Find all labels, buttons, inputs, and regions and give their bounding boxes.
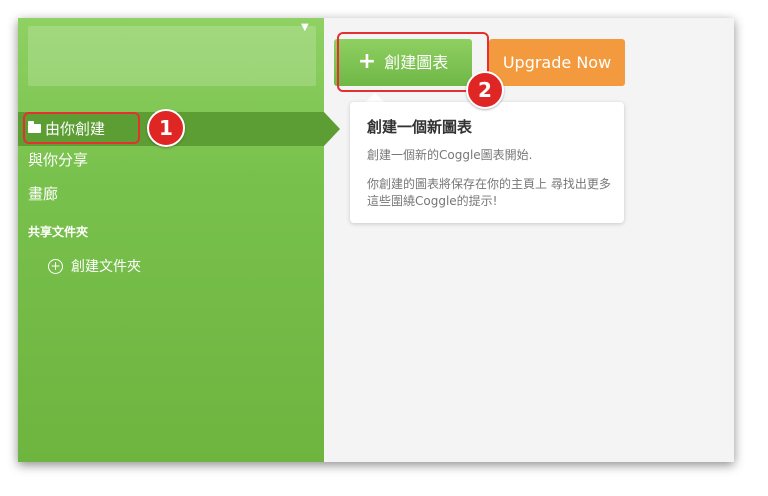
nav-active-arrow: [324, 112, 340, 146]
create-folder-link[interactable]: + 創建文件夾: [48, 256, 141, 276]
create-folder-label: 創建文件夾: [71, 259, 141, 275]
tip-popover: 創建一個新圖表 創建一個新的Coggle圖表開始. 你創建的圖表將保存在你的主頁…: [350, 102, 624, 223]
sidebar-item-shared-with-you[interactable]: 與你分享: [28, 150, 88, 170]
shared-folders-heading: 共享文件夾: [28, 225, 89, 239]
step-badge-1: 1: [147, 109, 185, 147]
sidebar-item-gallery[interactable]: 畫廊: [28, 184, 58, 204]
sidebar: ▼ 由你創建 與你分享 畫廊 共享文件夾 + 創建文件夾: [18, 18, 340, 462]
sidebar-item-label: 畫廊: [28, 185, 59, 203]
highlight-box-1: [23, 112, 140, 144]
popover-arrow: [366, 93, 384, 102]
plus-circle-icon: +: [48, 258, 63, 274]
step-badge-2: 2: [466, 71, 504, 109]
account-area[interactable]: [28, 26, 316, 86]
sidebar-item-label: 與你分享: [28, 151, 89, 169]
dropdown-caret-icon[interactable]: ▼: [301, 22, 309, 33]
popover-title: 創建一個新圖表: [367, 118, 473, 136]
upgrade-now-button[interactable]: Upgrade Now: [489, 39, 625, 86]
popover-text-2: 你創建的圖表將保存在你的主頁上 尋找出更多這些圍繞Coggle的提示!: [367, 177, 611, 208]
popover-text-1: 創建一個新的Coggle圖表開始.: [367, 148, 533, 162]
